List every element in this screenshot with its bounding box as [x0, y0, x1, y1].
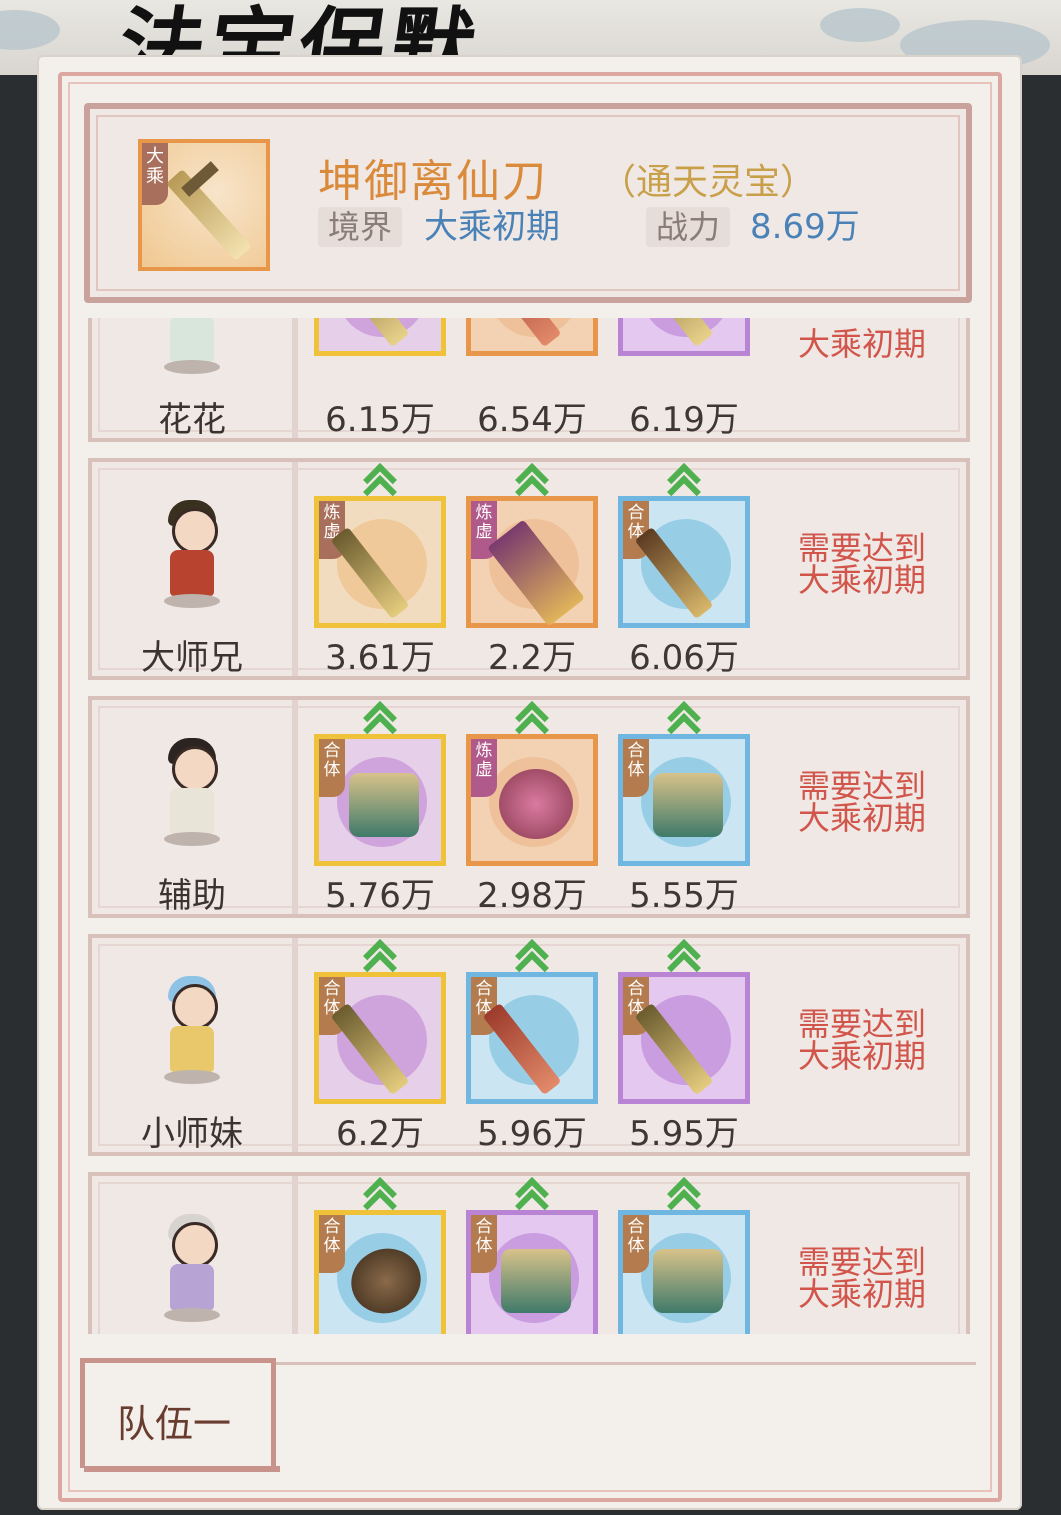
selected-item-card: 大乘 坤御离仙刀 （通天灵宝） 境界 大乘初期 战力 8.69万: [84, 103, 972, 303]
character-name: 花花: [158, 400, 226, 440]
power-value: 2.2万: [487, 638, 577, 678]
item-grade: （通天灵宝）: [600, 162, 817, 203]
tab-team-one[interactable]: 队伍一: [80, 1358, 276, 1468]
upgrade-arrow-icon: [362, 702, 398, 732]
equipment-slot[interactable]: [466, 318, 598, 356]
upgrade-arrow-icon: [514, 464, 550, 494]
upgrade-arrow-icon: [362, 464, 398, 494]
cauldron-icon: [349, 773, 419, 837]
power-value: 5.95万: [629, 1114, 739, 1154]
character-row: 大师兄 炼虚 3.61万 炼虚 2.2万 合体 6.06万 需要达到 大乘初期: [88, 458, 970, 680]
power-value: 3.61万: [325, 638, 435, 678]
character-avatar[interactable]: [160, 974, 224, 1084]
upgrade-arrow-icon: [666, 702, 702, 732]
character-avatar[interactable]: [160, 736, 224, 846]
character-avatar[interactable]: [160, 498, 224, 608]
equipment-slot[interactable]: [618, 318, 750, 356]
power-value: 6.15万: [325, 400, 435, 440]
equipment-slot[interactable]: 合体: [618, 496, 750, 628]
drum-icon: [499, 769, 573, 839]
upgrade-arrow-icon: [362, 1178, 398, 1208]
realm-value: 大乘初期: [424, 207, 560, 247]
requirement-text: 需要达到 大乘初期: [798, 1005, 927, 1075]
power-value: 5.55万: [629, 876, 739, 916]
equipment-slot[interactable]: 合体: [618, 734, 750, 866]
grade-tag: 合体: [623, 739, 649, 797]
character-avatar[interactable]: [160, 318, 224, 374]
upgrade-arrow-icon: [514, 1178, 550, 1208]
power-value: 5.76万: [325, 876, 435, 916]
upgrade-arrow-icon: [362, 940, 398, 970]
item-name: 坤御离仙刀: [318, 156, 548, 207]
equipment-slot[interactable]: 炼虚: [314, 496, 446, 628]
upgrade-arrow-icon: [666, 464, 702, 494]
character-name: 辅助: [158, 876, 226, 916]
equipment-slot[interactable]: 合体: [466, 1210, 598, 1334]
upgrade-arrow-icon: [666, 1178, 702, 1208]
character-list[interactable]: 花花 6.15万 6.54万 6.19万 大乘初期 大师兄 炼虚 3.61万 炼…: [84, 318, 974, 1334]
cloud-decoration: [820, 8, 900, 42]
upgrade-arrow-icon: [514, 940, 550, 970]
cloud-decoration: [0, 10, 60, 50]
blade-shape: [166, 168, 252, 262]
grade-tag: 大乘: [142, 143, 168, 205]
equipment-slot[interactable]: 合体: [314, 734, 446, 866]
equipment-slot[interactable]: 合体: [466, 972, 598, 1104]
upgrade-arrow-icon: [666, 940, 702, 970]
equipment-slot[interactable]: 合体: [618, 972, 750, 1104]
equipment-slot[interactable]: 炼虚: [466, 496, 598, 628]
character-avatar[interactable]: [160, 1212, 224, 1322]
upgrade-arrow-icon: [514, 702, 550, 732]
character-row: 辅助 合体 5.76万 炼虚 2.98万 合体 5.55万 需要达到 大乘初期: [88, 696, 970, 918]
blade-icon[interactable]: 大乘: [138, 139, 270, 271]
power-value: 6.19万: [629, 400, 739, 440]
tab-underline: [84, 1466, 280, 1472]
realm-label: 境界: [318, 207, 403, 247]
equipment-slot[interactable]: 合体: [618, 1210, 750, 1334]
equipment-slot[interactable]: [314, 318, 446, 356]
character-name: 大师兄: [141, 638, 243, 678]
grade-tag: 炼虚: [471, 739, 497, 797]
power-value: 6.54万: [477, 400, 587, 440]
equipment-slot[interactable]: 炼虚: [466, 734, 598, 866]
power-label: 战力: [646, 207, 731, 247]
cauldron-icon: [501, 1249, 571, 1313]
character-row: 合体 合体 合体 需要达到 大乘初期: [88, 1172, 970, 1334]
equipment-slot[interactable]: 合体: [314, 1210, 446, 1334]
grade-tag: 合体: [319, 739, 345, 797]
requirement-text: 需要达到 大乘初期: [798, 767, 927, 837]
cauldron-icon: [653, 1249, 723, 1313]
power-value: 6.2万: [335, 1114, 425, 1154]
tab-divider: [276, 1362, 976, 1365]
equipment-slot[interactable]: 合体: [314, 972, 446, 1104]
grade-tag: 合体: [319, 1215, 345, 1273]
character-row: 花花 6.15万 6.54万 6.19万 大乘初期: [88, 318, 970, 442]
grade-tag: 合体: [623, 1215, 649, 1273]
power-value: 8.69万: [750, 207, 860, 247]
requirement-text: 需要达到 大乘初期: [798, 1243, 927, 1313]
power-value: 5.96万: [477, 1114, 587, 1154]
cauldron-icon: [653, 773, 723, 837]
character-row: 小师妹 合体 6.2万 合体 5.96万 合体 5.95万 需要达到 大乘初期: [88, 934, 970, 1156]
character-name: 小师妹: [141, 1114, 243, 1154]
requirement-text: 需要达到 大乘初期: [798, 529, 927, 599]
power-value: 2.98万: [477, 876, 587, 916]
power-value: 6.06万: [629, 638, 739, 678]
tab-label: 队伍一: [117, 1402, 232, 1446]
grade-tag: 合体: [471, 1215, 497, 1273]
requirement-text: 大乘初期: [798, 325, 927, 363]
